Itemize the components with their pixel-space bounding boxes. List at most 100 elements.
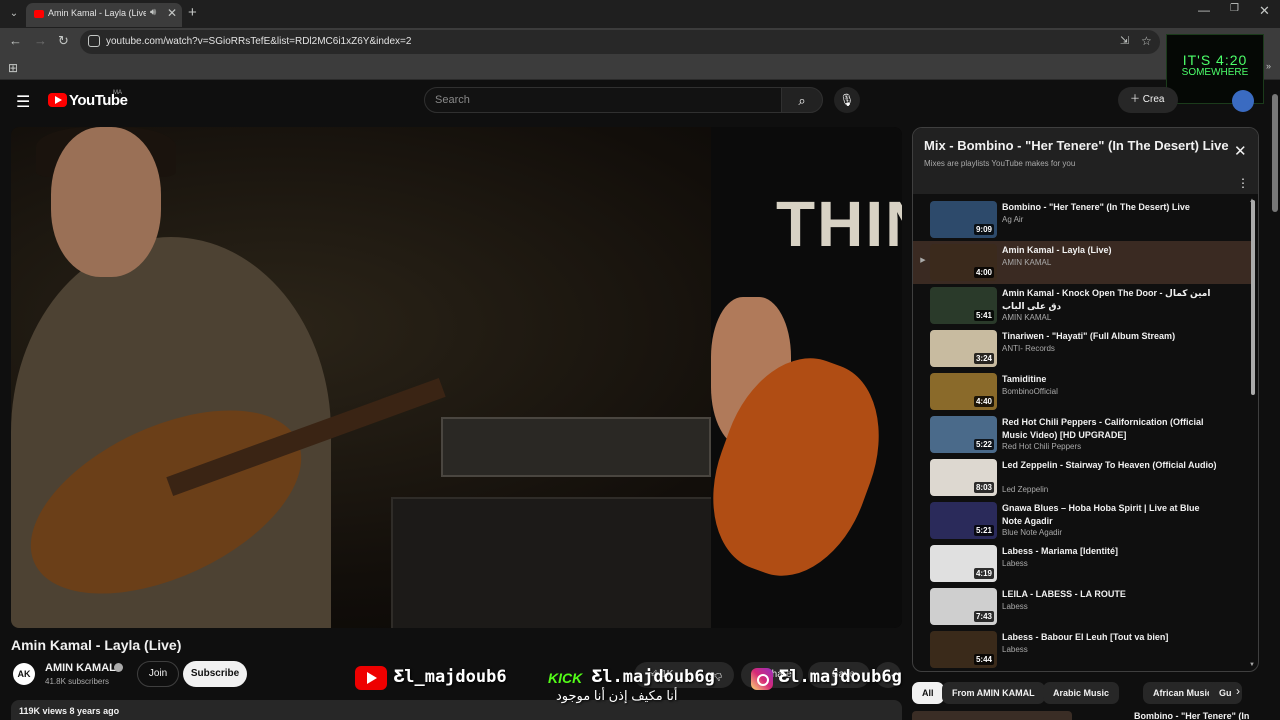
- playlist-item-channel: Labess: [1002, 559, 1028, 568]
- playlist-thumbnail[interactable]: 4:00: [930, 244, 997, 281]
- apps-grid-icon[interactable]: ⊞: [8, 61, 18, 75]
- playlist-item[interactable]: 5:41 Amin Kamal - Knock Open The Door امي…: [913, 284, 1251, 327]
- new-tab-icon[interactable]: +: [188, 4, 197, 21]
- playlist-thumbnail[interactable]: 5:41: [930, 287, 997, 324]
- playlist-item-title[interactable]: Labess - Mariama [Identité]: [1002, 545, 1217, 558]
- view-count-date: 119K views 8 years ago: [19, 706, 120, 716]
- playlist-item-title[interactable]: Led Zeppelin - Stairway To Heaven (Offic…: [1002, 459, 1217, 472]
- playlist-item[interactable]: 4:19 Labess - Mariama [Identité] Labess: [913, 542, 1251, 585]
- playlist-thumbnail[interactable]: 9:09: [930, 201, 997, 238]
- video-duration: 5:22: [973, 439, 994, 450]
- playlist-item[interactable]: 8:03 Led Zeppelin - Stairway To Heaven (O…: [913, 456, 1251, 499]
- reload-icon[interactable]: ↻: [58, 33, 69, 49]
- playlist-item-title[interactable]: Tinariwen - "Hayati" (Full Album Stream): [1002, 330, 1217, 343]
- browser-tab-bar: ⌄ Amin Kamal - Layla (Live) - 🔊︎ ✕ + — ❐…: [0, 0, 1280, 28]
- video-duration: 4:19: [973, 568, 994, 579]
- video-duration: 5:21: [973, 525, 994, 536]
- mix-playlist-panel: Mix - Bombino - "Her Tenere" (In The Des…: [912, 127, 1259, 672]
- audio-playing-icon[interactable]: 🔊︎: [150, 7, 156, 18]
- tab-close-icon[interactable]: ✕: [167, 6, 177, 20]
- playlist-item-title[interactable]: LEILA - LABESS - LA ROUTE: [1002, 588, 1217, 601]
- playlist-item[interactable]: 5:44 Labess - Babour El Leuh [Tout va bie…: [913, 628, 1251, 671]
- window-restore-icon[interactable]: ❐: [1230, 3, 1239, 14]
- url-text[interactable]: youtube.com/watch?v=SGioRRsTefE&list=RDl…: [106, 36, 411, 47]
- window-minimize-icon[interactable]: —: [1198, 3, 1210, 17]
- playlist-item-title[interactable]: Gnawa Blues – Hoba Hoba Spirit | Live at…: [1002, 502, 1217, 528]
- browser-toolbar: ← → ↻ youtube.com/watch?v=SGioRRsTefE&li…: [0, 28, 1280, 56]
- playlist-item-title[interactable]: Red Hot Chili Peppers - Californication …: [1002, 416, 1217, 442]
- hamburger-menu-icon[interactable]: ☰: [16, 92, 30, 112]
- video-guitarist-head: [51, 127, 161, 277]
- now-playing-icon: ▶: [920, 257, 926, 264]
- address-bar[interactable]: youtube.com/watch?v=SGioRRsTefE&list=RDl…: [80, 30, 1160, 54]
- filter-chip[interactable]: All: [912, 682, 944, 704]
- playlist-item[interactable]: 7:43 LEILA - LABESS - LA ROUTE Labess: [913, 585, 1251, 628]
- playlist-item[interactable]: 5:21 Gnawa Blues – Hoba Hoba Spirit | Liv…: [913, 499, 1251, 542]
- playlist-item[interactable]: 3:24 Tinariwen - "Hayati" (Full Album Str…: [913, 327, 1251, 370]
- playlist-item-title[interactable]: Amin Kamal - Layla (Live): [1002, 244, 1217, 257]
- create-label: Crea: [1142, 94, 1165, 105]
- forward-icon[interactable]: →: [34, 33, 47, 48]
- site-info-icon[interactable]: [88, 35, 100, 47]
- playlist-thumbnail[interactable]: 5:22: [930, 416, 997, 453]
- window-close-icon[interactable]: ✕: [1259, 3, 1270, 19]
- playlist-item-title[interactable]: Labess - Babour El Leuh [Tout va bien]: [1002, 631, 1217, 644]
- channel-avatar[interactable]: AK: [13, 663, 35, 685]
- filter-chip[interactable]: Arabic Music: [1043, 682, 1120, 704]
- playlist-thumbnail[interactable]: 5:44: [930, 631, 997, 668]
- watermark-kick-logo: KICK: [548, 670, 583, 686]
- playlist-item-channel: AMIN KAMAL: [1002, 258, 1052, 267]
- playlist-item[interactable]: 5:22 Red Hot Chili Peppers - Californicat…: [913, 413, 1251, 456]
- scroll-down-icon[interactable]: ▼: [1249, 662, 1255, 668]
- recommended-video[interactable]: Bombino - "Her Tenere" (In: [912, 711, 1259, 720]
- playlist-item[interactable]: 9:09 Bombino - "Her Tenere" (In The Deser…: [913, 198, 1251, 241]
- tab-search-icon[interactable]: ⌄: [6, 6, 22, 22]
- filter-chip[interactable]: From AMIN KAMAL: [942, 682, 1045, 704]
- playlist-thumbnail[interactable]: 5:21: [930, 502, 997, 539]
- playlist-thumbnail[interactable]: 8:03: [930, 459, 997, 496]
- create-button[interactable]: ＋ Crea: [1118, 87, 1178, 113]
- back-icon[interactable]: ←: [9, 33, 22, 48]
- video-duration: 8:03: [973, 482, 994, 493]
- browser-tab[interactable]: Amin Kamal - Layla (Live) - 🔊︎ ✕: [26, 3, 182, 27]
- playlist-item-title[interactable]: Amin Kamal - Knock Open The Door امين كم…: [1002, 287, 1217, 313]
- playlist-scrollbar[interactable]: [1251, 200, 1255, 395]
- playlist-thumbnail[interactable]: 3:24: [930, 330, 997, 367]
- bookmark-star-icon[interactable]: ☆: [1141, 34, 1152, 48]
- playlist-item[interactable]: ▶ 4:00 Amin Kamal - Layla (Live) AMIN KAMAL: [913, 241, 1251, 284]
- join-button[interactable]: Join: [137, 661, 179, 687]
- all-bookmarks-icon[interactable]: »: [1266, 61, 1271, 71]
- playlist-thumbnail[interactable]: 7:43: [930, 588, 997, 625]
- description-box[interactable]: 119K views 8 years ago: [11, 700, 902, 720]
- playlist-item-channel: AMIN KAMAL: [1002, 313, 1052, 322]
- plus-icon: ＋: [1130, 94, 1143, 105]
- account-avatar[interactable]: [1232, 90, 1254, 112]
- playlist-item[interactable]: 4:40 Tamiditine BombinoOfficial: [913, 370, 1251, 413]
- playlist-thumbnail[interactable]: 4:40: [930, 373, 997, 410]
- playlist-item-channel: ANTI- Records: [1002, 344, 1055, 353]
- playlist-item-title[interactable]: Bombino - "Her Tenere" (In The Desert) L…: [1002, 201, 1217, 214]
- search-icon: ⌕: [798, 93, 806, 108]
- close-playlist-icon[interactable]: ✕: [1234, 142, 1247, 160]
- recommended-thumbnail[interactable]: [912, 711, 1072, 720]
- playlist-item-channel: Led Zeppelin: [1002, 485, 1049, 494]
- search-button[interactable]: ⌕: [781, 87, 823, 113]
- install-app-icon[interactable]: ⇲: [1120, 34, 1129, 47]
- search-input[interactable]: Search: [424, 87, 782, 113]
- video-player[interactable]: THIN: [11, 127, 902, 628]
- subscribe-button[interactable]: Subscribe: [183, 661, 247, 687]
- bookmarks-bar: ⊞ »: [0, 56, 1280, 80]
- video-duration: 9:09: [973, 224, 994, 235]
- recommended-title[interactable]: Bombino - "Her Tenere" (In: [1134, 711, 1249, 720]
- playlist-thumbnail[interactable]: 4:19: [930, 545, 997, 582]
- channel-name[interactable]: AMIN KAMAL: [45, 662, 116, 674]
- playlist-item-title[interactable]: Tamiditine: [1002, 373, 1217, 386]
- voice-search-button[interactable]: 🎙︎: [834, 87, 860, 113]
- playlist-item-channel: Blue Note Agadir: [1002, 528, 1063, 537]
- playlist-title[interactable]: Mix - Bombino - "Her Tenere" (In The Des…: [924, 138, 1229, 153]
- page-scrollbar[interactable]: [1272, 94, 1278, 212]
- overlay-line1: IT'S 4:20: [1182, 52, 1248, 68]
- playlist-more-icon[interactable]: ⋮: [1237, 176, 1249, 190]
- chips-next-icon[interactable]: ›: [1236, 684, 1240, 698]
- playlist-item-channel: Labess: [1002, 645, 1028, 654]
